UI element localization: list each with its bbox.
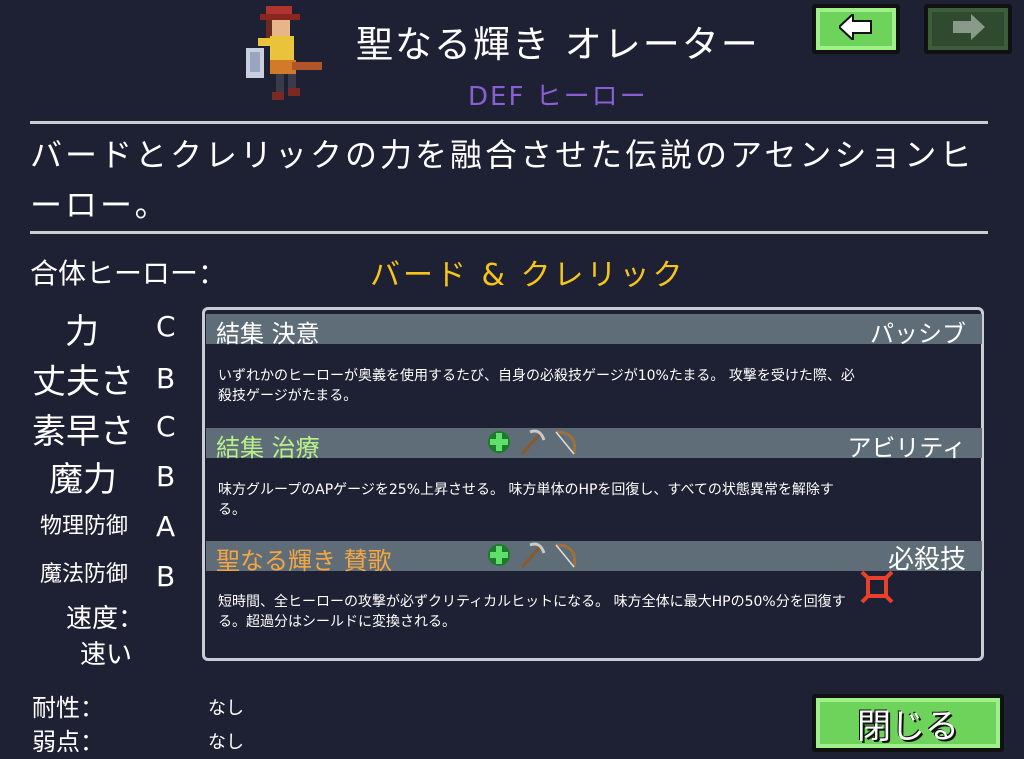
previous-hero-button[interactable] xyxy=(812,4,900,54)
skill-description: 短時間、全ヒーローの攻撃が必ずクリティカルヒットになる。 味方全体に最大HPの5… xyxy=(218,594,846,630)
stat-magic-label: 魔力 xyxy=(49,460,117,500)
stat-physical-defense-label: 物理防御 xyxy=(39,514,128,539)
speed-label: 速度： xyxy=(66,604,145,634)
stat-magic-grade: B xyxy=(156,460,176,493)
stat-strength-grade: C xyxy=(156,310,176,343)
skill-name: 聖なる輝き 賛歌 xyxy=(216,547,392,575)
stat-toughness-grade: B xyxy=(156,362,176,395)
skill-type: パッシブ xyxy=(870,320,966,348)
weakness-label: 弱点： xyxy=(32,728,104,756)
bow-icon xyxy=(552,541,578,573)
weakness-value: なし xyxy=(208,732,244,753)
skill-name: 結集 治療 xyxy=(216,434,320,462)
skill-name: 結集 決意 xyxy=(216,320,320,348)
hero-class: DEF ヒーロー xyxy=(468,82,648,112)
stat-strength-label: 力 xyxy=(65,312,99,352)
divider xyxy=(30,231,988,234)
ultimate-burst-icon xyxy=(860,570,894,608)
close-button[interactable]: 閉じる xyxy=(812,694,1004,752)
skill-icons xyxy=(486,428,578,460)
pickaxe-icon xyxy=(518,428,546,460)
stat-agility-grade: C xyxy=(156,410,176,443)
resistance-value: なし xyxy=(208,698,244,719)
skill-type: アビリティ xyxy=(847,434,966,462)
bow-icon xyxy=(552,428,578,460)
fusion-heroes: バード & クレリック xyxy=(370,258,686,293)
stat-physical-defense-grade: A xyxy=(156,510,176,543)
fusion-label: 合体ヒーロー： xyxy=(30,257,227,290)
skill-icons xyxy=(486,541,578,573)
stat-agility-label: 素早さ xyxy=(32,412,134,452)
green-cross-icon xyxy=(486,429,512,459)
hero-description: バードとクレリックの力を融合させた伝説のアセンションヒーロー。 xyxy=(30,136,975,224)
skill-description: 味方グループのAPゲージを25%上昇させる。 味方単体のHPを回復し、すべての状… xyxy=(218,482,834,518)
stat-toughness-label: 丈夫さ xyxy=(32,362,134,402)
skill-description: いずれかのヒーローが奥義を使用するたび、自身の必殺技ゲージが10%たまる。 攻撃… xyxy=(218,368,855,404)
green-cross-icon xyxy=(486,542,512,572)
stat-magic-defense-grade: B xyxy=(156,560,176,593)
hero-name: 聖なる輝き オレーター xyxy=(356,23,760,66)
hero-portrait xyxy=(236,4,336,108)
next-hero-button[interactable] xyxy=(924,4,1012,54)
resistance-label: 耐性： xyxy=(32,694,104,722)
stat-magic-defense-label: 魔法防御 xyxy=(39,562,128,587)
pickaxe-icon xyxy=(518,541,546,573)
divider xyxy=(30,121,988,124)
arrow-right-icon xyxy=(951,14,985,44)
speed-value: 速い xyxy=(80,640,133,670)
arrow-left-icon xyxy=(837,11,873,44)
